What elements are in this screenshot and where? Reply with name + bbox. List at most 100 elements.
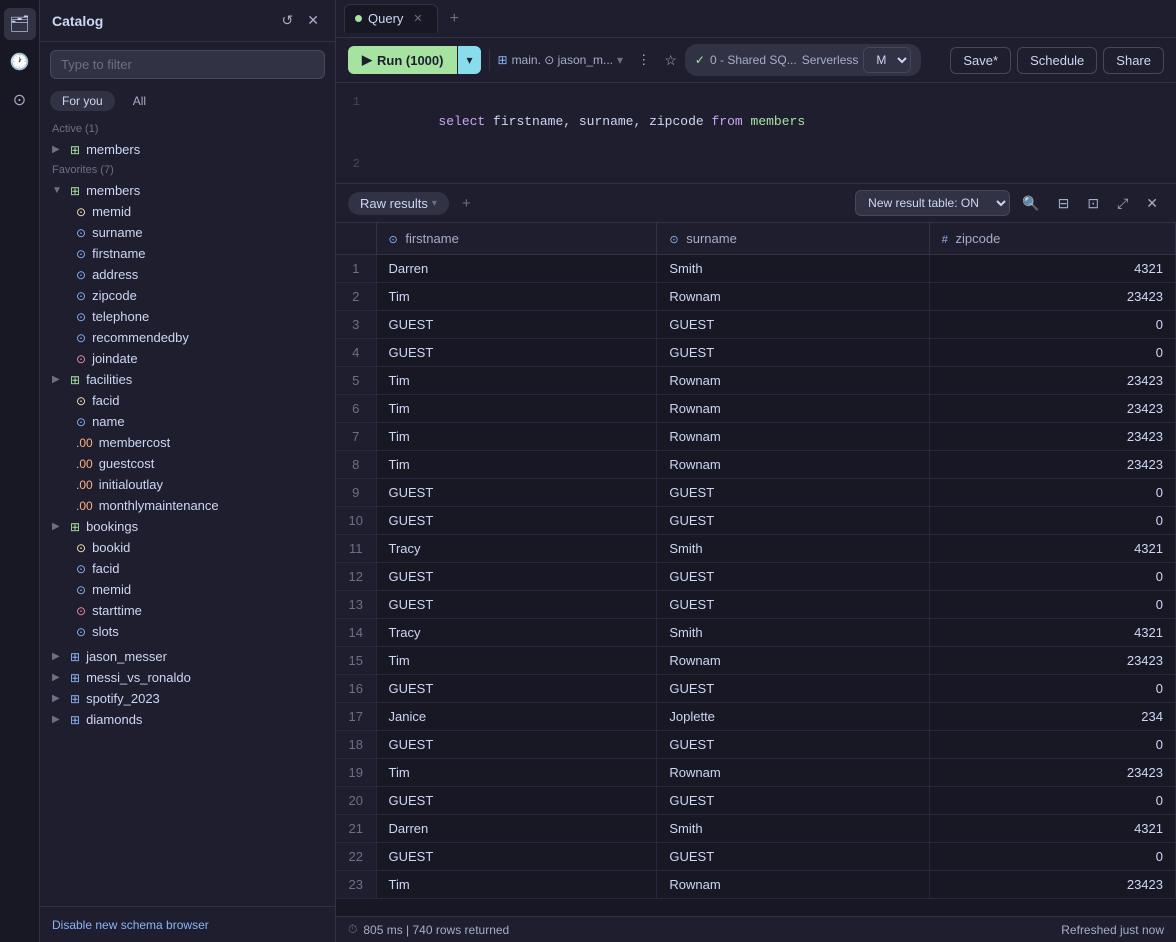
zipcode-cell: 4321 xyxy=(929,535,1175,563)
zipcode-cell: 4321 xyxy=(929,815,1175,843)
firstname-col-icon: ⊙ xyxy=(389,234,398,246)
sidebar-col-surname[interactable]: ⊙ surname xyxy=(40,222,335,243)
sidebar-col-slots[interactable]: ⊙ slots xyxy=(40,621,335,642)
sidebar-item-bookings[interactable]: ▶ ⊞ bookings xyxy=(40,516,335,537)
close-tab-icon[interactable]: ✕ xyxy=(413,12,422,25)
zipcode-cell: 0 xyxy=(929,843,1175,871)
sidebar-col-name[interactable]: ⊙ name xyxy=(40,411,335,432)
sidebar-col-address[interactable]: ⊙ address xyxy=(40,264,335,285)
sidebar-col-membercost[interactable]: .00 membercost xyxy=(40,432,335,453)
table-row: 1DarrenSmith4321 xyxy=(336,255,1176,283)
share-button[interactable]: Share xyxy=(1103,47,1164,74)
toolbar-right: Save* Schedule Share xyxy=(950,47,1164,74)
row-number-cell: 13 xyxy=(336,591,376,619)
new-result-table-select[interactable]: New result table: ON New result table: O… xyxy=(855,190,1010,216)
query-tab[interactable]: Query ✕ xyxy=(344,4,438,33)
nav-history-icon[interactable]: 🕐 xyxy=(4,46,36,78)
toolbar-more-button[interactable]: ⋮ xyxy=(631,48,656,72)
table-row: 17JaniceJoplette234 xyxy=(336,703,1176,731)
surname-cell: Rownam xyxy=(657,395,929,423)
timing-text: 805 ms | 740 rows returned xyxy=(363,923,509,937)
firstname-cell: GUEST xyxy=(376,339,657,367)
sidebar-col-recommendedby[interactable]: ⊙ recommendedby xyxy=(40,327,335,348)
close-results-button[interactable]: ✕ xyxy=(1140,191,1164,216)
results-toolbar-right: New result table: ON New result table: O… xyxy=(855,190,1164,216)
col-header-zipcode[interactable]: # zipcode xyxy=(929,223,1175,255)
nav-catalog-icon[interactable]: 🗂 xyxy=(4,8,36,40)
firstname-cell: GUEST xyxy=(376,563,657,591)
chevron-right-icon7: ▶ xyxy=(52,714,64,725)
sidebar-col-facid[interactable]: ⊙ facid xyxy=(40,390,335,411)
col-header-firstname[interactable]: ⊙ firstname xyxy=(376,223,657,255)
row-number-cell: 5 xyxy=(336,367,376,395)
surname-cell: Smith xyxy=(657,255,929,283)
surname-cell: Rownam xyxy=(657,367,929,395)
col-header-surname[interactable]: ⊙ surname xyxy=(657,223,929,255)
close-sidebar-button[interactable]: ✕ xyxy=(303,10,323,31)
sidebar-col-joindate[interactable]: ⊙ joindate xyxy=(40,348,335,369)
line-number-1: 1 xyxy=(336,92,376,112)
sidebar-item-spotify-2023[interactable]: ▶ ⊞ spotify_2023 xyxy=(40,688,335,709)
filter-results-button[interactable]: ⊟ xyxy=(1052,191,1076,216)
sidebar-col-zipcode[interactable]: ⊙ zipcode xyxy=(40,285,335,306)
add-result-button[interactable]: + xyxy=(457,193,476,214)
sidebar-col-firstname[interactable]: ⊙ firstname xyxy=(40,243,335,264)
results-tab[interactable]: Raw results ▾ xyxy=(348,192,449,215)
search-results-button[interactable]: 🔍 xyxy=(1016,191,1045,216)
left-nav: 🗂 🕐 ⊙ xyxy=(0,0,40,942)
zipcode-cell: 234 xyxy=(929,703,1175,731)
sidebar-item-diamonds[interactable]: ▶ ⊞ diamonds xyxy=(40,709,335,730)
nav-schema-icon[interactable]: ⊙ xyxy=(4,84,36,116)
editor-area[interactable]: 1 select firstname, surname, zipcode fro… xyxy=(336,83,1176,184)
tab-all[interactable]: All xyxy=(121,91,158,111)
add-tab-button[interactable]: + xyxy=(442,10,467,28)
sidebar-col-bookid[interactable]: ⊙ bookid xyxy=(40,537,335,558)
sidebar-col-monthlymaintenance[interactable]: .00 monthlymaintenance xyxy=(40,495,335,516)
string-icon5: ⊙ xyxy=(76,310,86,324)
disable-schema-browser-link[interactable]: Disable new schema browser xyxy=(52,918,209,932)
sidebar-col-memid2[interactable]: ⊙ memid xyxy=(40,579,335,600)
db-info-text: main. ⊙ jason_m... xyxy=(512,53,613,67)
columns-button[interactable]: ⊡ xyxy=(1081,191,1105,216)
schedule-button[interactable]: Schedule xyxy=(1017,47,1097,74)
catalog-filter-input[interactable] xyxy=(50,50,325,79)
db-icon: ⊞ xyxy=(70,650,80,664)
refresh-button[interactable]: ↺ xyxy=(278,10,298,31)
sidebar-item-facilities[interactable]: ▶ ⊞ facilities xyxy=(40,369,335,390)
surname-cell: Joplette xyxy=(657,703,929,731)
table-row: 13GUESTGUEST0 xyxy=(336,591,1176,619)
facilities-table-icon: ⊞ xyxy=(70,373,80,387)
sidebar-col-telephone[interactable]: ⊙ telephone xyxy=(40,306,335,327)
table-row: 22GUESTGUEST0 xyxy=(336,843,1176,871)
ok-icon: ✓ xyxy=(695,53,705,67)
m-select[interactable]: M S L xyxy=(863,47,911,73)
sidebar-item-jason-messer[interactable]: ▶ ⊞ jason_messer xyxy=(40,646,335,667)
string-icon10: ⊙ xyxy=(76,625,86,639)
chevron-right-icon: ▶ xyxy=(52,144,64,155)
tab-for-you[interactable]: For you xyxy=(50,91,115,111)
string-icon9: ⊙ xyxy=(76,583,86,597)
sidebar-col-memid[interactable]: ⊙ memid xyxy=(40,201,335,222)
table-row: 12GUESTGUEST0 xyxy=(336,563,1176,591)
save-button[interactable]: Save* xyxy=(950,47,1011,74)
db-chevron-icon: ▾ xyxy=(617,53,623,67)
fullscreen-button[interactable]: ⤢ xyxy=(1111,191,1134,216)
sidebar-item-active-members[interactable]: ▶ ⊞ members xyxy=(40,139,335,160)
run-button[interactable]: ▶ Run (1000) xyxy=(348,46,457,74)
surname-col-label: surname xyxy=(686,231,737,246)
zipcode-cell: 23423 xyxy=(929,395,1175,423)
row-number-cell: 10 xyxy=(336,507,376,535)
surname-cell: GUEST xyxy=(657,339,929,367)
table-row: 23TimRownam23423 xyxy=(336,871,1176,899)
sidebar-col-facid2[interactable]: ⊙ facid xyxy=(40,558,335,579)
sidebar-col-starttime[interactable]: ⊙ starttime xyxy=(40,600,335,621)
firstname-cell: Tim xyxy=(376,283,657,311)
sidebar-item-members[interactable]: ▼ ⊞ members xyxy=(40,180,335,201)
sidebar-col-initialoutlay[interactable]: .00 initialoutlay xyxy=(40,474,335,495)
run-button-label: Run (1000) xyxy=(377,53,443,68)
star-icon[interactable]: ☆ xyxy=(664,52,677,69)
sidebar-item-messi-vs-ronaldo[interactable]: ▶ ⊞ messi_vs_ronaldo xyxy=(40,667,335,688)
zipcode-cell: 0 xyxy=(929,675,1175,703)
run-dropdown-button[interactable]: ▾ xyxy=(457,46,480,74)
sidebar-col-guestcost[interactable]: .00 guestcost xyxy=(40,453,335,474)
